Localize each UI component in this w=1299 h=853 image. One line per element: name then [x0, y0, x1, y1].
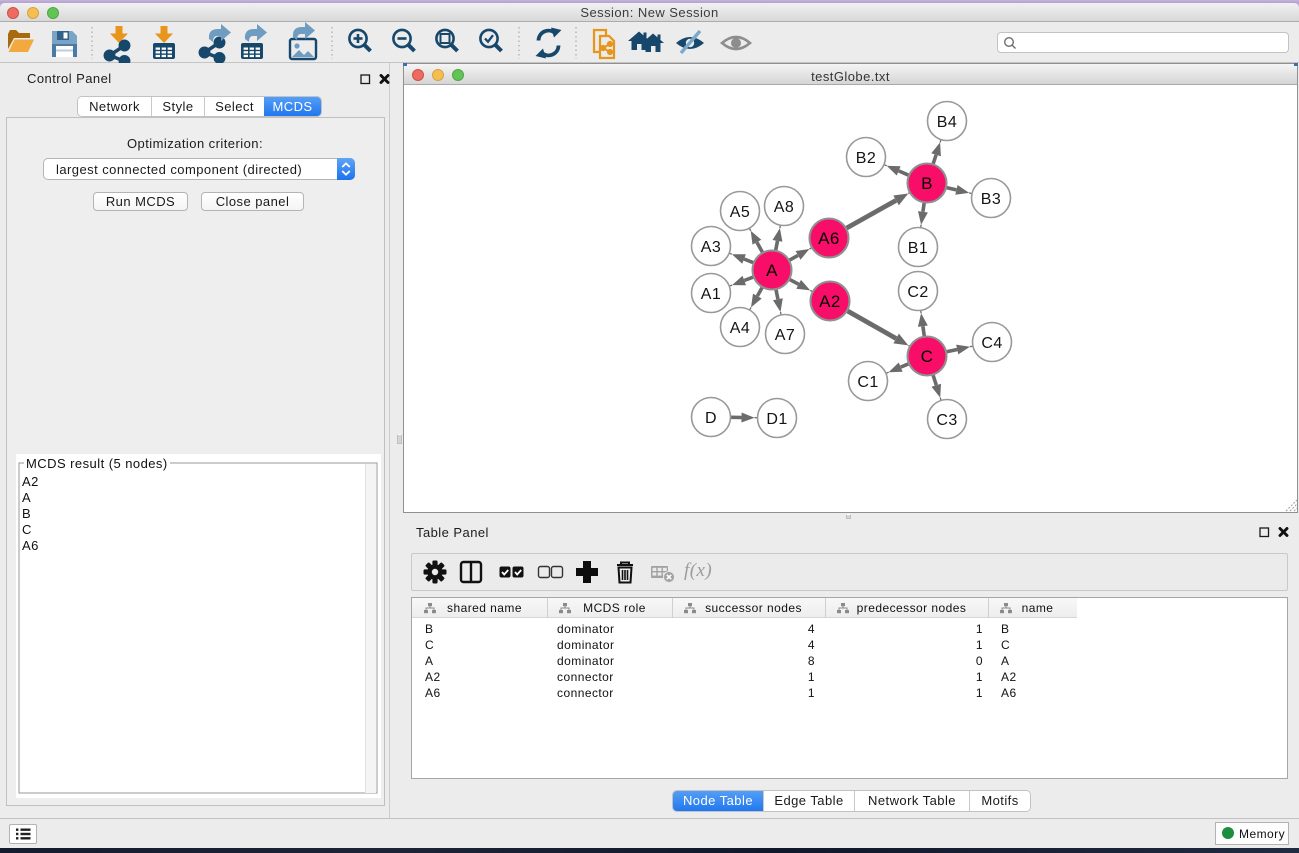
svg-text:C4: C4 [981, 335, 1002, 352]
svg-text:D1: D1 [766, 411, 787, 428]
svg-text:C2: C2 [907, 284, 928, 301]
svg-text:B1: B1 [908, 240, 928, 257]
svg-text:A1: A1 [701, 286, 721, 303]
svg-text:A6: A6 [818, 229, 840, 248]
svg-text:B4: B4 [937, 114, 957, 131]
svg-text:A8: A8 [774, 199, 794, 216]
svg-text:A: A [766, 261, 778, 280]
svg-text:A3: A3 [701, 239, 721, 256]
svg-text:A4: A4 [730, 320, 750, 337]
svg-text:A2: A2 [819, 292, 841, 311]
svg-text:C1: C1 [857, 374, 878, 391]
svg-text:C: C [921, 347, 934, 366]
svg-text:C3: C3 [936, 412, 957, 429]
svg-text:A5: A5 [730, 204, 750, 221]
svg-text:A7: A7 [775, 327, 795, 344]
svg-text:B2: B2 [856, 150, 876, 167]
svg-text:D: D [705, 410, 717, 427]
svg-text:B3: B3 [981, 191, 1001, 208]
svg-text:B: B [921, 174, 933, 193]
